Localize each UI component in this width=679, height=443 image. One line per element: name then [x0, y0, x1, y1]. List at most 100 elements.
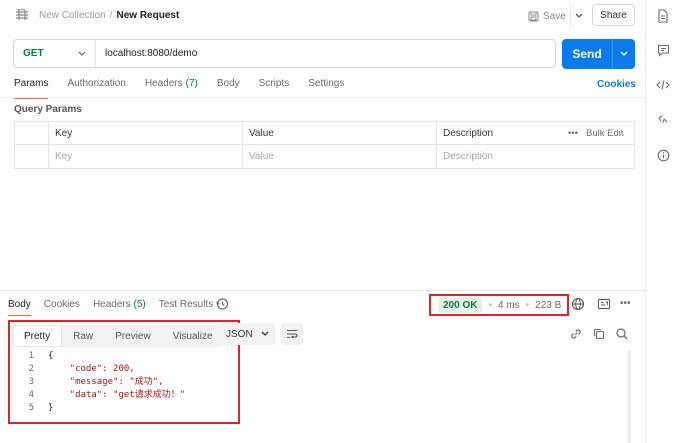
- request-workspace: New Collection / New Request Save Share GE…: [0, 0, 645, 443]
- code-line: 1{: [10, 350, 185, 363]
- method-select[interactable]: GET: [14, 40, 96, 67]
- response-tab-cookies[interactable]: Cookies: [44, 299, 80, 310]
- documentation-icon[interactable]: [646, 7, 679, 25]
- code-line: 4 "data": "get请求成功！": [10, 389, 186, 402]
- view-tab-raw[interactable]: Raw: [62, 325, 104, 347]
- code-line: 2 "code": 200,: [10, 363, 185, 376]
- code-text: "data": "get请求成功！": [48, 390, 186, 400]
- chevron-down-icon: [78, 51, 86, 56]
- line-number: 1: [28, 351, 34, 361]
- response-tab-test-results[interactable]: Test Results: [159, 299, 213, 310]
- response-divider[interactable]: [0, 290, 645, 291]
- query-params-table: Key Value Description ••• Bulk Edit Key …: [14, 121, 635, 169]
- breadcrumb: New Collection / New Request: [39, 10, 179, 21]
- line-number: 4: [28, 390, 34, 400]
- row-checkbox-cell: [15, 145, 48, 168]
- tab-body[interactable]: Body: [217, 78, 240, 94]
- comments-icon[interactable]: [646, 41, 679, 59]
- format-label: JSON: [226, 328, 253, 340]
- response-tabs: Body Cookies Headers (5) Test Results: [8, 299, 226, 316]
- more-options-icon[interactable]: •••: [620, 298, 631, 309]
- tab-label: Authorization: [67, 78, 126, 89]
- table-row: Key Value Description: [15, 145, 634, 168]
- share-button[interactable]: Share: [592, 4, 635, 26]
- history-icon[interactable]: [215, 297, 229, 311]
- tab-label: Settings: [308, 78, 345, 89]
- key-input[interactable]: Key: [48, 145, 242, 168]
- response-tab-body[interactable]: Body: [8, 299, 31, 316]
- chevron-down-icon: [620, 51, 628, 56]
- wrap-lines-button[interactable]: [281, 323, 303, 345]
- tab-label: Headers: [92, 299, 131, 310]
- tab-label: Cookies: [43, 299, 80, 310]
- link-icon[interactable]: [569, 327, 583, 341]
- save-button[interactable]: Save: [524, 5, 570, 27]
- save-icon: [528, 11, 539, 21]
- more-options-icon[interactable]: •••: [568, 128, 578, 139]
- send-button[interactable]: Send: [562, 39, 612, 69]
- view-tab-visualize[interactable]: Visualize: [162, 325, 224, 347]
- code-icon[interactable]: [646, 76, 679, 94]
- wrap-lines-icon: [287, 329, 298, 339]
- tab-label: Body: [216, 78, 240, 89]
- response-status-summary: 200 OK • 4 ms • 223 B: [429, 294, 569, 316]
- request-tabs: Params Authorization Headers (7) Body Scr…: [14, 78, 363, 99]
- response-size[interactable]: 223 B: [535, 300, 561, 311]
- view-tab-pretty[interactable]: Pretty: [12, 325, 63, 347]
- separator-dot: •: [525, 299, 530, 311]
- table-header-row: Key Value Description ••• Bulk Edit: [15, 122, 634, 145]
- code-line: 5}: [10, 402, 185, 415]
- code-text: }: [48, 403, 54, 413]
- save-response-icon[interactable]: [598, 299, 610, 309]
- tab-label: Test Results: [158, 299, 214, 310]
- breadcrumb-request-name[interactable]: New Request: [116, 10, 179, 21]
- response-time[interactable]: 4 ms: [498, 300, 520, 311]
- save-group: Save: [524, 5, 588, 27]
- description-input[interactable]: Description: [436, 145, 634, 168]
- tab-count: (5): [133, 299, 146, 310]
- view-tab-preview[interactable]: Preview: [104, 325, 162, 347]
- line-number: 2: [28, 364, 34, 374]
- view-mode-tabs: Pretty Raw Preview Visualize: [12, 325, 224, 347]
- collection-icon: [16, 8, 28, 20]
- tab-label: Body: [8, 299, 31, 310]
- breadcrumb-separator: /: [109, 10, 113, 21]
- request-header: New Collection / New Request Save Share: [0, 0, 645, 32]
- globe-icon[interactable]: [571, 297, 585, 311]
- chevron-down-icon: [575, 13, 583, 18]
- related-collections-icon[interactable]: [646, 111, 679, 129]
- response-tab-headers[interactable]: Headers (5): [93, 299, 146, 310]
- info-icon[interactable]: [646, 146, 679, 164]
- status-badge[interactable]: 200 OK: [438, 297, 483, 313]
- right-sidebar: [645, 0, 679, 443]
- bulk-edit-group: ••• Bulk Edit: [568, 122, 623, 145]
- tab-params[interactable]: Params: [14, 78, 49, 99]
- url-input[interactable]: [96, 40, 555, 67]
- tabs-divider: [0, 97, 645, 98]
- search-icon[interactable]: [615, 327, 629, 341]
- format-select[interactable]: JSON: [220, 323, 275, 345]
- query-params-title: Query Params: [14, 104, 82, 115]
- value-input[interactable]: Value: [242, 145, 436, 168]
- code-text: {: [48, 351, 54, 361]
- send-options-button[interactable]: [612, 39, 635, 69]
- tab-headers[interactable]: Headers (7): [145, 78, 198, 94]
- cookies-link[interactable]: Cookies: [597, 79, 636, 90]
- line-number: 3: [28, 377, 34, 387]
- tab-scripts[interactable]: Scripts: [259, 78, 290, 94]
- tab-label: Headers: [144, 78, 183, 89]
- tab-count: (7): [185, 78, 198, 89]
- bulk-edit-button[interactable]: Bulk Edit: [586, 128, 624, 139]
- save-options-button[interactable]: [569, 5, 588, 27]
- url-bar: GET: [13, 39, 556, 68]
- tab-settings[interactable]: Settings: [308, 78, 344, 94]
- scrollbar[interactable]: [628, 350, 631, 443]
- tab-label: Params: [14, 78, 49, 89]
- chevron-down-icon: [261, 331, 269, 336]
- response-body-code[interactable]: 1{ 2 "code": 200, 3 "message": "成功", 4 "…: [10, 350, 186, 415]
- column-header-value: Value: [242, 122, 436, 145]
- breadcrumb-collection[interactable]: New Collection: [39, 10, 106, 21]
- copy-icon[interactable]: [592, 327, 606, 341]
- tab-authorization[interactable]: Authorization: [67, 78, 125, 94]
- separator-dot: •: [488, 299, 492, 311]
